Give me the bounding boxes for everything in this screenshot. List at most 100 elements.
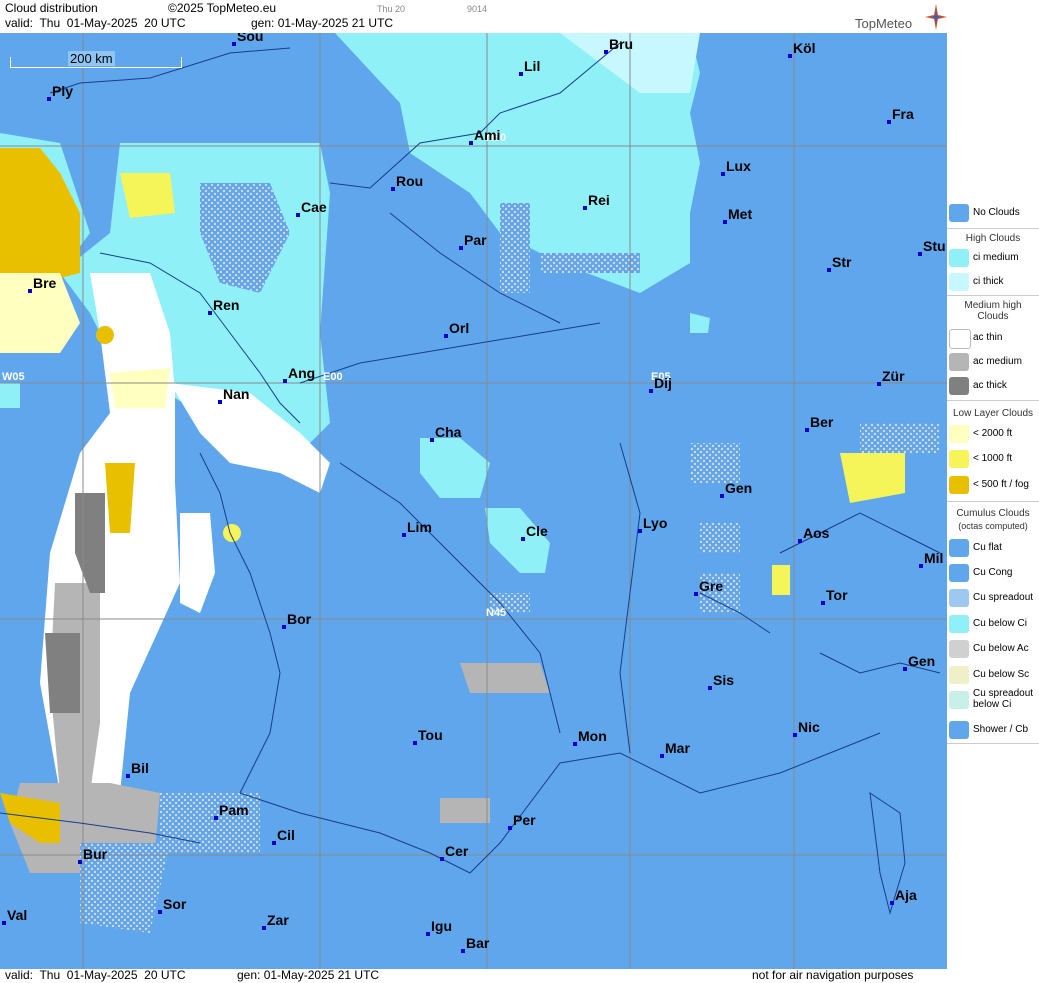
legend-label: Cu spreadout below Ci	[973, 688, 1034, 710]
city-label: Bor	[287, 611, 312, 627]
city-label: Igu	[431, 918, 452, 934]
legend-cu-head: Cumulus Clouds	[956, 508, 1030, 519]
legend-low-2000: < 2000 ft	[947, 423, 1039, 445]
city-marker	[604, 50, 608, 54]
legend-low-1000: < 1000 ft	[947, 448, 1039, 470]
city-marker	[283, 379, 287, 383]
city-marker	[47, 97, 51, 101]
legend-high-head: High Clouds	[965, 233, 1021, 244]
swatch	[949, 691, 969, 709]
legend-label: ci thick	[973, 276, 1004, 287]
city-label: Mon	[578, 728, 607, 744]
city-marker	[232, 42, 236, 46]
city-label: Par	[464, 232, 487, 248]
city-label: Str	[832, 254, 852, 270]
city-label: Sis	[713, 672, 735, 688]
city-marker	[649, 389, 653, 393]
legend-cu-spreadout: Cu spreadout	[947, 587, 1039, 609]
swatch	[949, 450, 969, 468]
city-label: Lil	[524, 58, 541, 74]
legend-label: Cu below Ci	[973, 618, 1027, 629]
city-marker	[126, 774, 130, 778]
city-label: Bru	[609, 36, 634, 52]
city-label: Ren	[213, 297, 240, 313]
city-marker	[805, 428, 809, 432]
topmeteo-logo[interactable]: TopMeteo	[855, 4, 947, 31]
swatch	[949, 204, 969, 222]
city-label: Mar	[665, 740, 690, 756]
swatch	[949, 377, 969, 395]
city-label: Ber	[810, 414, 834, 430]
grid-label-e00: E00	[323, 371, 343, 383]
swatch	[949, 476, 969, 494]
city-marker	[708, 686, 712, 690]
swatch	[949, 539, 969, 557]
city-marker	[583, 206, 587, 210]
city-label: Lux	[726, 158, 751, 174]
city-marker	[461, 949, 465, 953]
legend-cu-flat: Cu flat	[947, 537, 1039, 559]
cloud-map[interactable]: 200 km N50 W05 E00 E05 N45 Sou Bru Köl Ply L…	[0, 33, 947, 969]
city-marker	[887, 120, 891, 124]
swatch	[949, 615, 969, 633]
legend-label: Cu flat	[973, 542, 1002, 553]
city-marker	[262, 926, 266, 930]
city-marker	[638, 529, 642, 533]
legend-label: ac medium	[973, 356, 1022, 367]
city-marker	[508, 826, 512, 830]
city-marker	[798, 539, 802, 543]
city-label: Sou	[237, 33, 264, 44]
city-label: Per	[513, 812, 536, 828]
city-label: Fra	[892, 106, 914, 122]
city-label: Cha	[435, 424, 462, 440]
legend-low-500: < 500 ft / fog	[947, 474, 1039, 496]
swatch	[949, 353, 969, 371]
city-marker	[426, 932, 430, 936]
city-marker	[721, 172, 725, 176]
city-marker	[430, 438, 434, 442]
legend-shower: Shower / Cb	[947, 719, 1039, 741]
city-label: Tou	[418, 727, 443, 743]
legend-cu-below-sc: Cu below Sc	[947, 664, 1039, 686]
city-label: Orl	[449, 320, 470, 336]
legend-label: Cu below Ac	[973, 643, 1029, 654]
city-label: Ply	[52, 83, 74, 99]
legend-ci-thick: ci thick	[947, 271, 1039, 293]
city-marker	[890, 901, 894, 905]
city-label: Stu	[923, 238, 946, 254]
city-marker	[78, 860, 82, 864]
city-label: Zar	[267, 912, 289, 928]
legend-medium-head: Medium high Clouds	[964, 300, 1022, 322]
city-label: Dij	[654, 375, 672, 391]
city-label: Zür	[882, 368, 905, 384]
legend-cu-below-ci: Cu below Ci	[947, 613, 1039, 635]
city-label: Nic	[798, 719, 820, 735]
city-marker	[158, 910, 162, 914]
city-label: Lim	[407, 519, 432, 535]
city-label: Tor	[826, 587, 848, 603]
swatch	[949, 564, 969, 582]
copyright: ©2025 TopMeteo.eu	[168, 1, 277, 15]
city-label: Bur	[83, 846, 108, 862]
city-label: Bil	[131, 760, 149, 776]
legend-low-head: Low Layer Clouds	[952, 408, 1034, 419]
small-label-1: Thu 20	[377, 4, 406, 14]
city-label: Sor	[163, 896, 187, 912]
city-marker	[402, 533, 406, 537]
logo-text: TopMeteo	[855, 16, 913, 31]
city-marker	[28, 289, 32, 293]
small-label-2: 9014	[467, 4, 488, 14]
city-marker	[2, 921, 6, 925]
city-marker	[282, 625, 286, 629]
swatch	[949, 640, 969, 658]
city-marker	[877, 382, 881, 386]
city-label: Val	[7, 907, 28, 923]
legend-ac-medium: ac medium	[947, 351, 1039, 373]
city-marker	[296, 213, 300, 217]
city-marker	[444, 334, 448, 338]
city-marker	[788, 54, 792, 58]
city-marker	[440, 857, 444, 861]
city-label: Cil	[277, 827, 295, 843]
legend-label: No Clouds	[973, 207, 1020, 218]
legend-label: Cu spreadout	[973, 592, 1034, 603]
